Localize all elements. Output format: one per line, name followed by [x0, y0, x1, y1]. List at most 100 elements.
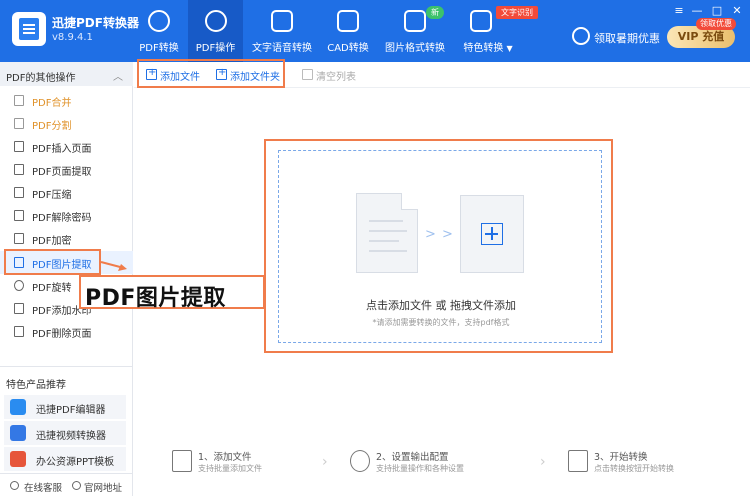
- sidebar-item-label: PDF插入页面: [32, 144, 92, 155]
- split-icon: [14, 118, 24, 129]
- step-separator: ›: [322, 454, 328, 470]
- sidebar-item-label: PDF加密: [32, 236, 72, 247]
- step-subtitle: 点击转换按钮开始转换: [594, 464, 674, 473]
- step-separator: ›: [540, 454, 546, 470]
- gear-icon: [204, 10, 227, 32]
- close-icon[interactable]: ✕: [730, 4, 744, 18]
- image-icon: [404, 10, 426, 32]
- callout-text: PDF图片提取: [85, 286, 226, 311]
- sidebar-highlight-box: [4, 249, 101, 275]
- featured-pdf-editor[interactable]: 迅捷PDF编辑器: [4, 395, 126, 419]
- step-title: 2、设置输出配置: [376, 452, 449, 463]
- dropzone-hint: *请添加需要转换的文件，支持pdf格式: [372, 318, 510, 327]
- menu-icon[interactable]: ≡: [672, 4, 686, 18]
- sidebar-item-insert-page[interactable]: PDF插入页面: [0, 135, 133, 158]
- featured-video-converter[interactable]: 迅捷视频转换器: [4, 421, 126, 445]
- sidebar-item-label: PDF解除密码: [32, 213, 92, 224]
- sidebar-item-label: PDF合并: [32, 98, 72, 109]
- app-logo-icon: [12, 12, 46, 46]
- sidebar-item-encrypt[interactable]: PDF加密: [0, 227, 133, 250]
- new-badge: 新: [426, 6, 444, 19]
- user-icon[interactable]: [572, 27, 590, 45]
- sidebar-item-label: PDF旋转: [32, 283, 72, 294]
- convert-icon: [148, 10, 170, 32]
- tab-pdf-operate[interactable]: PDF操作: [188, 0, 243, 62]
- sidebar-item-merge[interactable]: PDF合并: [0, 89, 133, 112]
- insert-page-icon: [14, 141, 24, 152]
- tab-text-speech[interactable]: 文字语音转换: [250, 0, 314, 62]
- clear-list-label: 清空列表: [316, 72, 356, 83]
- tab-cad-convert[interactable]: CAD转换: [322, 0, 374, 62]
- featured-title: 特色产品推荐: [6, 380, 66, 391]
- unlock-icon: [14, 210, 24, 221]
- featured-ppt-template[interactable]: 办公资源PPT模板: [4, 447, 126, 471]
- sidebar-item-delete-page[interactable]: PDF删除页面: [0, 320, 133, 343]
- video-converter-icon: [10, 425, 26, 441]
- ppt-template-icon: [10, 451, 26, 467]
- tab-label: 特色转换 ▼: [463, 43, 513, 54]
- chevron-up-icon[interactable]: ︿: [113, 68, 123, 83]
- sidebar-item-label: PDF页面提取: [32, 167, 92, 178]
- sidebar-title: PDF的其他操作: [6, 73, 76, 84]
- title-bar: 迅捷PDF转换器 v8.9.4.1 PDF转换 PDF操作 文字语音转换 CAD…: [0, 0, 750, 62]
- tab-label: 图片格式转换: [385, 43, 445, 54]
- merge-icon: [14, 95, 24, 106]
- featured-label: 迅捷视频转换器: [36, 431, 106, 442]
- featured-label: 办公资源PPT模板: [36, 457, 115, 468]
- sidebar-item-unlock[interactable]: PDF解除密码: [0, 204, 133, 227]
- trash-icon: [302, 69, 313, 80]
- sidebar-header[interactable]: PDF的其他操作 ︿: [0, 62, 133, 86]
- tab-label: 文字语音转换: [252, 43, 312, 54]
- promo-link[interactable]: 领取暑期优惠: [594, 30, 660, 46]
- file-drop-zone[interactable]: > > > 点击添加文件 或 拖拽文件添加 *请添加需要转换的文件，支持pdf格…: [278, 150, 602, 343]
- dropzone-title: 点击添加文件 或 拖拽文件添加: [366, 299, 516, 312]
- add-file-icon: [172, 450, 192, 472]
- toolbar-highlight-box: [137, 59, 285, 88]
- app-name: 迅捷PDF转换器: [52, 16, 139, 30]
- sidebar-divider: [0, 366, 133, 367]
- annotation-callout: PDF图片提取: [79, 275, 265, 311]
- tab-label: PDF操作: [195, 43, 236, 54]
- website-link[interactable]: 官网地址: [84, 480, 122, 494]
- clear-list-button[interactable]: 清空列表: [302, 68, 362, 83]
- star-box-icon: [470, 10, 492, 32]
- app-version: v8.9.4.1: [52, 32, 93, 43]
- compress-icon: [14, 187, 24, 198]
- pdf-editor-icon: [10, 399, 26, 415]
- tab-label: CAD转换: [327, 43, 369, 54]
- globe-icon: [72, 481, 81, 490]
- step-subtitle: 支持批量操作和各种设置: [376, 464, 464, 473]
- ocr-badge: 文字识别: [496, 6, 538, 19]
- rotate-icon: [14, 280, 24, 291]
- download-box-icon: [337, 10, 359, 32]
- step-subtitle: 支持批量添加文件: [198, 464, 262, 473]
- sidebar-item-label: PDF压缩: [32, 190, 72, 201]
- step-title: 3、开始转换: [594, 452, 648, 463]
- featured-label: 迅捷PDF编辑器: [36, 405, 106, 416]
- document-icon: [356, 193, 418, 273]
- audio-wave-icon: [271, 10, 293, 32]
- extract-page-icon: [14, 164, 24, 175]
- vip-discount-badge: 领取优惠: [696, 18, 736, 30]
- sidebar-item-split[interactable]: PDF分割: [0, 112, 133, 135]
- sidebar-footer: 在线客服 官网地址: [0, 473, 133, 496]
- add-placeholder[interactable]: [460, 195, 524, 273]
- sidebar-item-label: PDF分割: [32, 121, 72, 132]
- settings-gear-icon: [350, 450, 370, 472]
- plus-icon: [481, 223, 503, 245]
- watermark-icon: [14, 303, 24, 314]
- minimize-icon[interactable]: —: [690, 4, 704, 18]
- chevron-down-icon: ▼: [506, 44, 513, 53]
- tab-pdf-convert[interactable]: PDF转换: [133, 0, 185, 62]
- delete-page-icon: [14, 326, 24, 337]
- maximize-icon[interactable]: □: [710, 4, 724, 18]
- sidebar-item-extract-page[interactable]: PDF页面提取: [0, 158, 133, 181]
- start-convert-icon: [568, 450, 588, 472]
- step-title: 1、添加文件: [198, 452, 252, 463]
- headset-icon: [10, 481, 19, 490]
- tab-label: PDF转换: [139, 43, 179, 54]
- online-support-link[interactable]: 在线客服: [24, 480, 62, 494]
- shield-icon: [14, 233, 24, 244]
- sidebar-item-label: PDF删除页面: [32, 329, 92, 340]
- sidebar-item-compress[interactable]: PDF压缩: [0, 181, 133, 204]
